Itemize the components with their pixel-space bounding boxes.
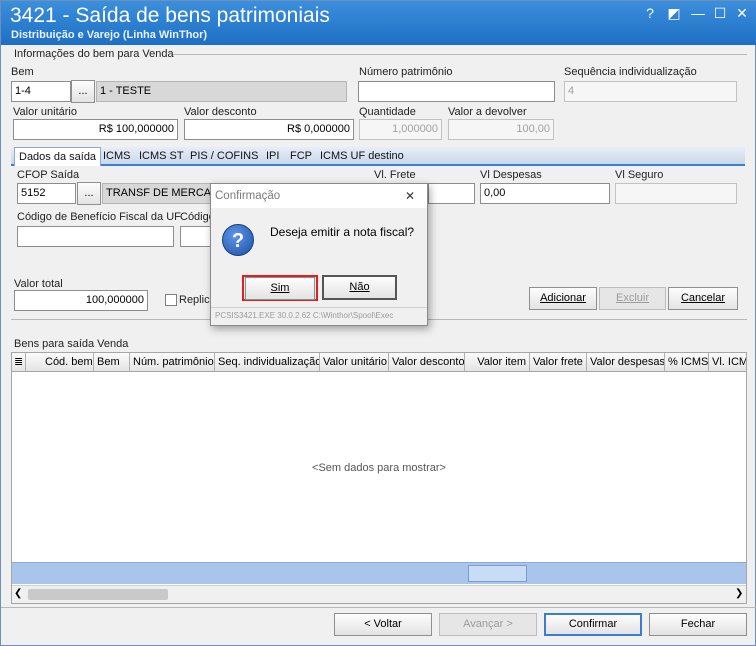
valor-unitario-label: Valor unitário xyxy=(13,106,77,118)
bem-label: Bem xyxy=(11,66,34,78)
sim-button[interactable]: Sim xyxy=(245,277,315,300)
bem-description-field: 1 - TESTE xyxy=(96,81,347,102)
voltar-button[interactable]: < Voltar xyxy=(334,613,432,636)
confirmation-dialog: Confirmação ✕ ? Deseja emitir a nota fis… xyxy=(210,183,428,326)
nao-label: Não xyxy=(349,281,370,293)
scroll-thumb[interactable] xyxy=(28,589,168,600)
cfop-code-input[interactable]: 5152 xyxy=(17,183,76,204)
dialog-message: Deseja emitir a nota fiscal? xyxy=(270,225,415,239)
col-valor-unitario[interactable]: Valor unitário xyxy=(320,353,389,372)
window-subtitle: Distribuição e Varejo (Linha WinThor) xyxy=(11,29,208,41)
col-valor-desconto[interactable]: Valor desconto xyxy=(389,353,465,372)
col-valor-frete[interactable]: Valor frete xyxy=(530,353,587,372)
excluir-label: Excluir xyxy=(615,292,649,304)
help-icon[interactable]: ? xyxy=(641,5,659,21)
footer-divider xyxy=(1,607,756,608)
quantidade-label: Quantidade xyxy=(359,106,416,118)
col-cod-bem[interactable]: Cód. bem xyxy=(42,353,94,372)
minimize-icon[interactable]: — xyxy=(689,5,707,21)
cfop-description-field: TRANSF DE MERCADO xyxy=(102,183,212,204)
tab-icms-uf-destino[interactable]: ICMS UF destino xyxy=(316,147,408,166)
valor-desconto-input[interactable]: R$ 0,000000 xyxy=(184,119,354,140)
tab-ipi[interactable]: IPI xyxy=(262,147,283,166)
tab-icms-st[interactable]: ICMS ST xyxy=(135,147,188,166)
tab-icms[interactable]: ICMS xyxy=(99,147,135,166)
valor-devolver-input: 100,00 xyxy=(448,119,554,140)
sequencia-input: 4 xyxy=(564,81,737,102)
col-pct-icms[interactable]: % ICMS xyxy=(665,353,709,372)
vl-frete-input[interactable] xyxy=(428,183,475,204)
bens-grid: ≣ Cód. bem Bem Núm. patrimônio Seq. indi… xyxy=(11,352,747,604)
fechar-button[interactable]: Fechar xyxy=(649,613,747,636)
close-icon[interactable]: ✕ xyxy=(733,5,751,21)
grid-footer-cell xyxy=(468,565,527,582)
cfop-label: CFOP Saída xyxy=(17,169,80,181)
col-seq-individualizacao[interactable]: Seq. individualização xyxy=(215,353,320,372)
excluir-button: Excluir xyxy=(599,287,666,310)
dialog-title: Confirmação xyxy=(215,190,281,202)
confirmar-button[interactable]: Confirmar xyxy=(544,613,642,636)
scroll-left-icon[interactable]: ❮ xyxy=(14,588,22,599)
window-title: 3421 - Saída de bens patrimoniais xyxy=(10,4,330,27)
tab-strip: Dados da saída ICMS ICMS ST PIS / COFINS… xyxy=(11,147,745,166)
cfop-lookup-button[interactable]: ... xyxy=(77,182,101,205)
grid-header: ≣ Cód. bem Bem Núm. patrimônio Seq. indi… xyxy=(12,353,746,372)
vl-frete-label: Vl. Frete xyxy=(374,169,416,181)
tab-fcp[interactable]: FCP xyxy=(286,147,316,166)
sequencia-label: Sequência individualização xyxy=(564,66,697,78)
avancar-button: Avançar > xyxy=(439,613,537,636)
replicar-checkbox[interactable] xyxy=(165,294,177,306)
cancelar-button[interactable]: Cancelar xyxy=(668,287,738,310)
tab-pis-cofins[interactable]: PIS / COFINS xyxy=(186,147,262,166)
col-num-patrimonio[interactable]: Núm. patrimônio xyxy=(130,353,215,372)
main-window: 3421 - Saída de bens patrimoniais Distri… xyxy=(0,0,756,646)
scroll-right-icon[interactable]: ❯ xyxy=(735,588,743,599)
tab-dados-saida[interactable]: Dados da saída xyxy=(14,147,102,166)
vl-seguro-input xyxy=(615,183,737,204)
col-bem[interactable]: Bem xyxy=(94,353,130,372)
horizontal-scrollbar[interactable]: ❮ ❯ xyxy=(12,585,746,603)
quantidade-input: 1,000000 xyxy=(359,119,442,140)
col-valor-item[interactable]: Valor item xyxy=(465,353,530,372)
dialog-footer-path: PCSIS3421.EXE 30.0.2.62 C:\Winthor\Spool… xyxy=(211,307,427,325)
col-vl-icms[interactable]: Vl. ICMS xyxy=(709,353,746,372)
dialog-close-icon[interactable]: ✕ xyxy=(405,189,415,203)
valor-total-label: Valor total xyxy=(14,278,63,290)
restore-layout-icon[interactable]: ◩ xyxy=(665,5,683,21)
codigo-input-2[interactable] xyxy=(180,226,211,247)
grid-column-chooser-icon[interactable]: ≣ xyxy=(12,353,26,372)
vl-despesas-input[interactable]: 0,00 xyxy=(480,183,610,204)
nao-button[interactable]: Não xyxy=(322,275,397,300)
question-icon: ? xyxy=(222,224,254,256)
cancelar-label: Cancelar xyxy=(680,292,726,304)
numero-patrimonio-label: Número patrimônio xyxy=(359,66,453,78)
valor-devolver-label: Valor a devolver xyxy=(448,106,527,118)
vl-despesas-label: Vl Despesas xyxy=(480,169,542,181)
valor-unitario-input[interactable]: R$ 100,000000 xyxy=(13,119,178,140)
col-valor-despesas[interactable]: Valor despesas xyxy=(587,353,665,372)
adicionar-label: Adicionar xyxy=(540,292,586,304)
cod-beneficio-label: Código de Benefício Fiscal da UF xyxy=(17,211,181,223)
cod-beneficio-input[interactable] xyxy=(17,226,174,247)
valor-desconto-label: Valor desconto xyxy=(184,106,257,118)
grid-empty-message: <Sem dados para mostrar> xyxy=(312,462,446,474)
sim-label: Sim xyxy=(270,282,290,294)
bem-lookup-button[interactable]: ... xyxy=(71,80,95,103)
group-divider xyxy=(173,54,747,55)
numero-patrimonio-input[interactable] xyxy=(358,81,555,102)
bem-group-label: Informações do bem para Venda xyxy=(14,48,174,60)
adicionar-button[interactable]: Adicionar xyxy=(529,287,597,310)
grid-footer-bar xyxy=(12,562,746,584)
title-bar: 3421 - Saída de bens patrimoniais Distri… xyxy=(1,1,756,45)
grid-group-label: Bens para saída Venda xyxy=(14,338,129,350)
bem-code-input[interactable]: 1-4 xyxy=(11,81,71,102)
vl-seguro-label: Vl Seguro xyxy=(615,169,664,181)
maximize-icon[interactable]: ☐ xyxy=(711,5,729,21)
dialog-title-bar: Confirmação ✕ xyxy=(211,184,427,208)
valor-total-input[interactable]: 100,000000 xyxy=(14,290,148,311)
